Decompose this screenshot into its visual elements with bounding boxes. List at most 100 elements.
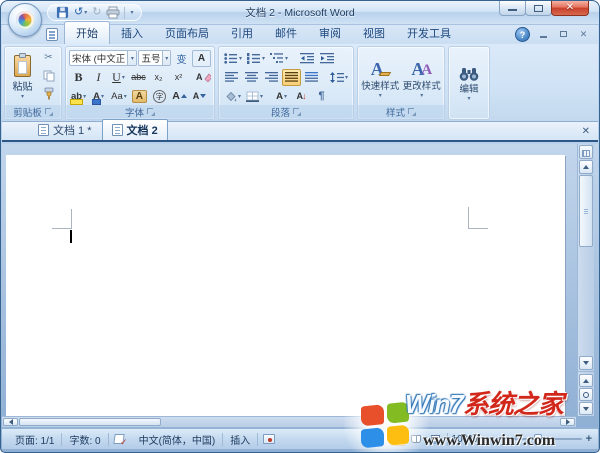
doc-close-button[interactable]: ✕ xyxy=(577,29,590,40)
fullscreen-reading-view-button[interactable] xyxy=(409,432,424,446)
tab-home[interactable]: 开始 xyxy=(64,21,110,44)
grow-font-button[interactable]: A xyxy=(170,88,189,105)
font-color-button[interactable]: A ▾ xyxy=(89,88,108,105)
print-layout-view-button[interactable] xyxy=(389,432,405,446)
horizontal-scrollbar[interactable] xyxy=(2,416,576,427)
ruler-toggle-button[interactable] xyxy=(579,145,593,159)
vertical-scroll-thumb[interactable] xyxy=(579,175,593,247)
phonetic-guide-button[interactable]: 变 xyxy=(172,50,191,67)
shrink-font-icon xyxy=(200,94,207,98)
close-button[interactable]: ✕ xyxy=(551,1,589,16)
zoom-level[interactable]: 100% xyxy=(452,434,478,445)
tab-view[interactable]: 视图 xyxy=(352,22,396,44)
spellcheck-icon[interactable]: ✓ xyxy=(112,433,128,446)
shading-button[interactable]: ▾ xyxy=(222,88,243,105)
zoom-slider[interactable] xyxy=(491,434,582,444)
select-browse-object-button[interactable] xyxy=(579,388,593,401)
language-indicator[interactable]: 中文(简体，中国) xyxy=(132,432,223,447)
increase-indent-icon xyxy=(319,52,334,63)
bold-button[interactable]: B xyxy=(69,69,88,86)
tab-developer[interactable]: 开发工具 xyxy=(396,22,462,44)
format-painter-button[interactable] xyxy=(39,85,58,102)
tab-page-layout[interactable]: 页面布局 xyxy=(154,22,220,44)
vertical-scroll-track[interactable] xyxy=(578,247,594,356)
copy-button[interactable] xyxy=(39,67,58,84)
align-left-button[interactable] xyxy=(222,69,241,86)
text-highlight-button[interactable]: ab ▾ xyxy=(69,88,88,105)
underline-button[interactable]: U ▾ xyxy=(109,69,128,86)
justify-button-active[interactable] xyxy=(282,68,301,86)
next-page-button[interactable] xyxy=(579,402,593,415)
scroll-left-button[interactable] xyxy=(3,418,18,426)
insert-mode-indicator[interactable]: 插入 xyxy=(223,432,257,447)
quick-styles-button[interactable]: A 快速样式 ▾ xyxy=(361,49,400,105)
tab-insert[interactable]: 插入 xyxy=(110,22,154,44)
help-button[interactable]: ? xyxy=(515,27,530,42)
styles-dialog-launcher[interactable] xyxy=(408,108,416,116)
borders-button[interactable]: ▾ xyxy=(244,88,265,105)
align-right-button[interactable] xyxy=(262,69,281,86)
vertical-scrollbar[interactable] xyxy=(577,144,594,416)
paste-clipboard-icon xyxy=(14,52,31,77)
tab-references[interactable]: 引用 xyxy=(220,22,264,44)
horizontal-scroll-track[interactable] xyxy=(161,417,559,427)
line-spacing-button[interactable]: ▾ xyxy=(328,69,350,86)
font-name-combo[interactable]: 宋体 (中文正 ▾ xyxy=(69,50,138,66)
clipboard-dialog-launcher[interactable] xyxy=(44,108,53,116)
scroll-right-button[interactable] xyxy=(560,418,575,426)
document-page[interactable] xyxy=(6,155,565,420)
distribute-button[interactable] xyxy=(302,69,321,86)
subscript-button[interactable]: x₂ xyxy=(149,69,168,86)
character-border-button[interactable]: A xyxy=(192,49,211,67)
font-dialog-launcher[interactable] xyxy=(147,108,155,116)
editing-button[interactable]: 编辑 ▾ xyxy=(454,49,484,119)
superscript-button[interactable]: x² xyxy=(169,69,188,86)
web-layout-icon xyxy=(430,434,440,444)
group-editing: 编辑 ▾ xyxy=(448,46,490,120)
minimize-button[interactable] xyxy=(499,1,526,16)
strikethrough-button[interactable]: abc xyxy=(129,69,148,86)
zoom-out-button[interactable]: − xyxy=(481,434,487,445)
character-shading-button[interactable]: A xyxy=(130,88,149,105)
zoom-slider-knob[interactable] xyxy=(533,434,542,444)
page-indicator[interactable]: 页面: 1/1 xyxy=(8,432,61,447)
shrink-font-button[interactable]: A xyxy=(190,88,209,105)
paste-button[interactable]: 粘贴 ▾ xyxy=(8,49,37,105)
tab-mailings[interactable]: 邮件 xyxy=(264,22,308,44)
change-styles-button[interactable]: AA 更改样式 ▾ xyxy=(403,49,442,105)
maximize-button[interactable] xyxy=(525,1,552,16)
sort-button[interactable]: A ↓ xyxy=(292,88,311,105)
zoom-in-button[interactable]: + xyxy=(586,434,592,445)
show-hide-marks-button[interactable]: ¶ xyxy=(312,88,331,105)
change-case-button[interactable]: Aa ▾ xyxy=(109,88,129,105)
horizontal-scroll-thumb[interactable] xyxy=(19,418,161,426)
web-layout-view-button[interactable] xyxy=(428,432,443,446)
previous-page-button[interactable] xyxy=(579,374,593,387)
bullets-button[interactable]: ▾ xyxy=(222,50,244,67)
office-button[interactable] xyxy=(8,3,42,37)
align-right-icon xyxy=(265,72,278,82)
italic-button[interactable]: I xyxy=(89,69,108,86)
multilevel-list-button[interactable]: ▾ xyxy=(268,50,290,67)
highlight-icon: ab xyxy=(69,90,84,105)
font-size-combo[interactable]: 五号 ▾ xyxy=(138,50,171,66)
macro-record-icon[interactable] xyxy=(263,434,276,444)
decrease-indent-button[interactable] xyxy=(297,50,316,67)
doc-tab-close-button[interactable]: ✕ xyxy=(582,126,590,137)
numbering-button[interactable]: ▾ xyxy=(245,50,267,67)
increase-indent-button[interactable] xyxy=(317,50,336,67)
doc-restore-button[interactable] xyxy=(557,29,570,40)
doc-tab-1[interactable]: 文档 1 * xyxy=(28,119,102,140)
tab-review[interactable]: 审阅 xyxy=(308,22,352,44)
doc-minimize-button[interactable] xyxy=(537,29,550,40)
align-center-button[interactable] xyxy=(242,69,261,86)
cut-button[interactable]: ✂ xyxy=(39,49,58,66)
scroll-up-button[interactable] xyxy=(579,160,593,174)
paragraph-dialog-launcher[interactable] xyxy=(293,108,301,116)
scroll-down-button[interactable] xyxy=(579,356,593,370)
clear-formatting-button[interactable]: A xyxy=(194,69,213,86)
enclose-characters-button[interactable]: 字 xyxy=(150,88,169,105)
asian-layout-button[interactable]: A ▾ xyxy=(272,88,291,105)
word-count[interactable]: 字数: 0 xyxy=(62,432,107,447)
doc-tab-2-active[interactable]: 文档 2 xyxy=(101,119,168,140)
